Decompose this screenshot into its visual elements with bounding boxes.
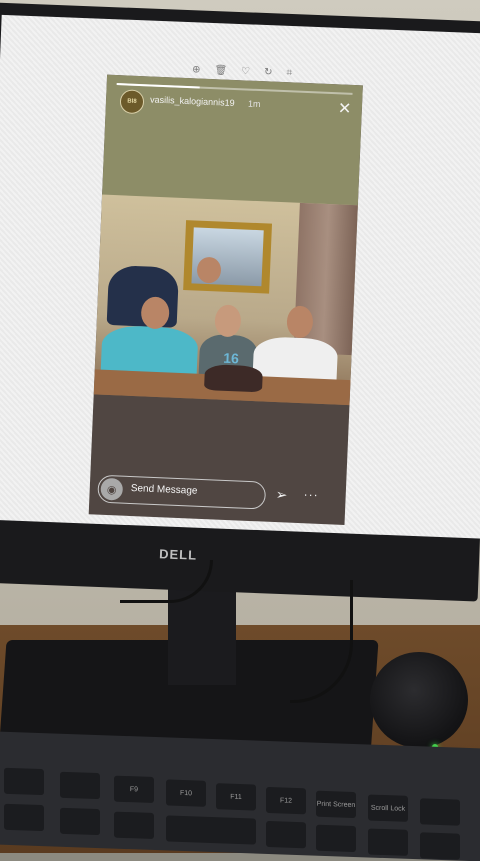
- crop-icon[interactable]: ⌗: [286, 68, 292, 79]
- key[interactable]: [266, 820, 306, 849]
- number-candle: 16: [223, 349, 240, 367]
- speaker-puck: [370, 652, 468, 748]
- key-f9[interactable]: F9: [114, 775, 154, 803]
- instagram-story: Bl8 vasilis_kalogiannis19 1m ✕ 16 ◉ Send…: [88, 74, 363, 525]
- story-photo: 16: [93, 194, 358, 406]
- heart-icon[interactable]: ♡: [241, 66, 250, 77]
- key[interactable]: [60, 807, 100, 836]
- key[interactable]: [420, 832, 460, 860]
- key[interactable]: [420, 798, 460, 826]
- key-print-screen[interactable]: Print Screen: [316, 790, 356, 819]
- send-message-placeholder: Send Message: [130, 482, 198, 497]
- zoom-in-icon[interactable]: ⊕: [192, 64, 201, 75]
- key-f11[interactable]: F11: [216, 783, 256, 811]
- more-options-icon[interactable]: ···: [303, 487, 319, 502]
- send-icon[interactable]: ➢: [275, 486, 287, 503]
- person-center-head: [214, 304, 242, 338]
- key-f10[interactable]: F10: [166, 779, 206, 807]
- key[interactable]: [316, 824, 356, 853]
- key[interactable]: [4, 767, 44, 796]
- key[interactable]: [4, 803, 44, 832]
- key-f12[interactable]: F12: [266, 786, 306, 815]
- key[interactable]: [166, 815, 256, 845]
- story-timestamp: 1m: [247, 98, 261, 110]
- keyboard: F9 F10 F11 F12 Print Screen Scroll Lock: [0, 731, 480, 861]
- birthday-cake: [203, 363, 264, 393]
- key[interactable]: [60, 771, 100, 800]
- rotate-icon[interactable]: ↻: [264, 67, 273, 78]
- delete-icon[interactable]: 🗑: [214, 65, 227, 76]
- key[interactable]: [368, 828, 408, 856]
- key[interactable]: [114, 811, 154, 839]
- send-message-input[interactable]: ◉ Send Message: [97, 474, 267, 510]
- camera-icon[interactable]: ◉: [100, 477, 124, 501]
- key-scroll-lock[interactable]: Scroll Lock: [368, 794, 408, 822]
- close-icon[interactable]: ✕: [337, 98, 352, 119]
- wall-picture-frame: [183, 220, 273, 294]
